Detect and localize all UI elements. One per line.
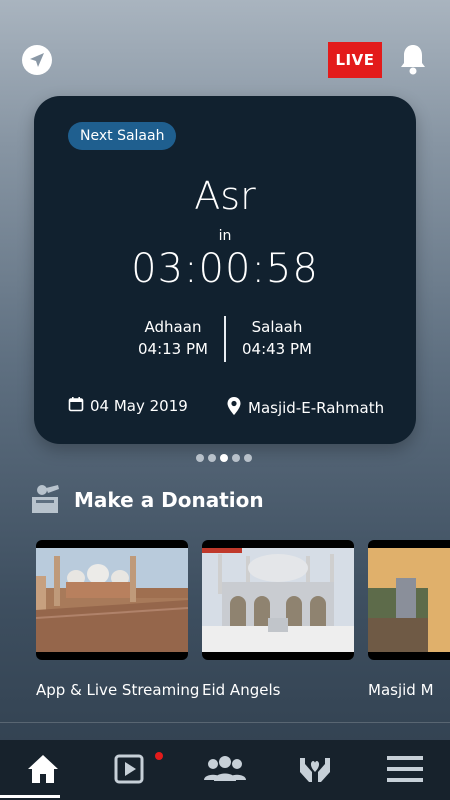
active-tab-indicator xyxy=(0,795,60,798)
carousel-dot[interactable] xyxy=(196,454,204,462)
donation-tile[interactable]: App & Live Streaming xyxy=(36,540,200,699)
in-label: in xyxy=(218,228,232,244)
carousel-dot[interactable] xyxy=(244,454,252,462)
carousel-dot[interactable] xyxy=(208,454,216,462)
location-arrow-icon[interactable] xyxy=(21,44,53,76)
salaah-block: Salaah 04:43 PM xyxy=(212,316,342,360)
salaah-label: Salaah xyxy=(251,318,303,336)
masjid-name: Masjid-E-Rahmath xyxy=(248,399,385,417)
donation-tile[interactable]: Eid Angels xyxy=(202,540,354,699)
carousel-dot-active[interactable] xyxy=(220,454,228,462)
menu-icon[interactable] xyxy=(386,752,424,786)
date-info: 04 May 2019 xyxy=(68,396,188,416)
video-play-icon[interactable] xyxy=(112,752,148,786)
mosque-photo-1 xyxy=(36,540,188,660)
bottom-navigation xyxy=(0,740,450,800)
live-button[interactable]: LIVE xyxy=(328,42,382,78)
donation-tile-label: App & Live Streaming xyxy=(36,681,200,699)
donation-title: Make a Donation xyxy=(74,488,264,512)
location-pin-icon xyxy=(226,396,242,420)
donation-tile-label: Masjid M xyxy=(368,681,434,699)
carousel-dot[interactable] xyxy=(232,454,240,462)
notification-dot xyxy=(155,752,163,760)
home-icon[interactable] xyxy=(25,752,61,786)
next-salaah-card[interactable]: Next Salaah Asr in 03:00:58 Adhaan 04:13… xyxy=(34,96,416,444)
top-bar: LIVE xyxy=(0,40,450,84)
community-icon[interactable] xyxy=(203,752,247,786)
prayer-name: Asr xyxy=(194,174,256,218)
prayer-times: Adhaan 04:13 PM Salaah 04:43 PM xyxy=(34,316,416,362)
donation-tile[interactable]: Masjid M xyxy=(368,540,450,699)
date-text: 04 May 2019 xyxy=(90,397,188,415)
notification-bell-icon[interactable] xyxy=(398,42,428,76)
countdown-timer: 03:00:58 xyxy=(131,246,319,292)
next-salaah-badge: Next Salaah xyxy=(68,122,177,150)
masjid-info[interactable]: Masjid-E-Rahmath xyxy=(226,396,384,420)
mosque-photo-2 xyxy=(202,540,354,660)
salaah-time: 04:43 PM xyxy=(242,340,312,358)
donation-tile-label: Eid Angels xyxy=(202,681,281,699)
mosque-photo-3 xyxy=(368,540,450,660)
donation-box-icon xyxy=(28,481,62,519)
charity-hands-icon[interactable] xyxy=(297,752,333,786)
calendar-icon xyxy=(68,396,84,416)
donation-section-header[interactable]: Make a Donation xyxy=(28,482,264,518)
carousel-pagination[interactable] xyxy=(196,454,252,462)
section-divider xyxy=(0,722,450,723)
donation-carousel[interactable]: App & Live Streaming Eid Angels Masjid M xyxy=(36,540,450,710)
